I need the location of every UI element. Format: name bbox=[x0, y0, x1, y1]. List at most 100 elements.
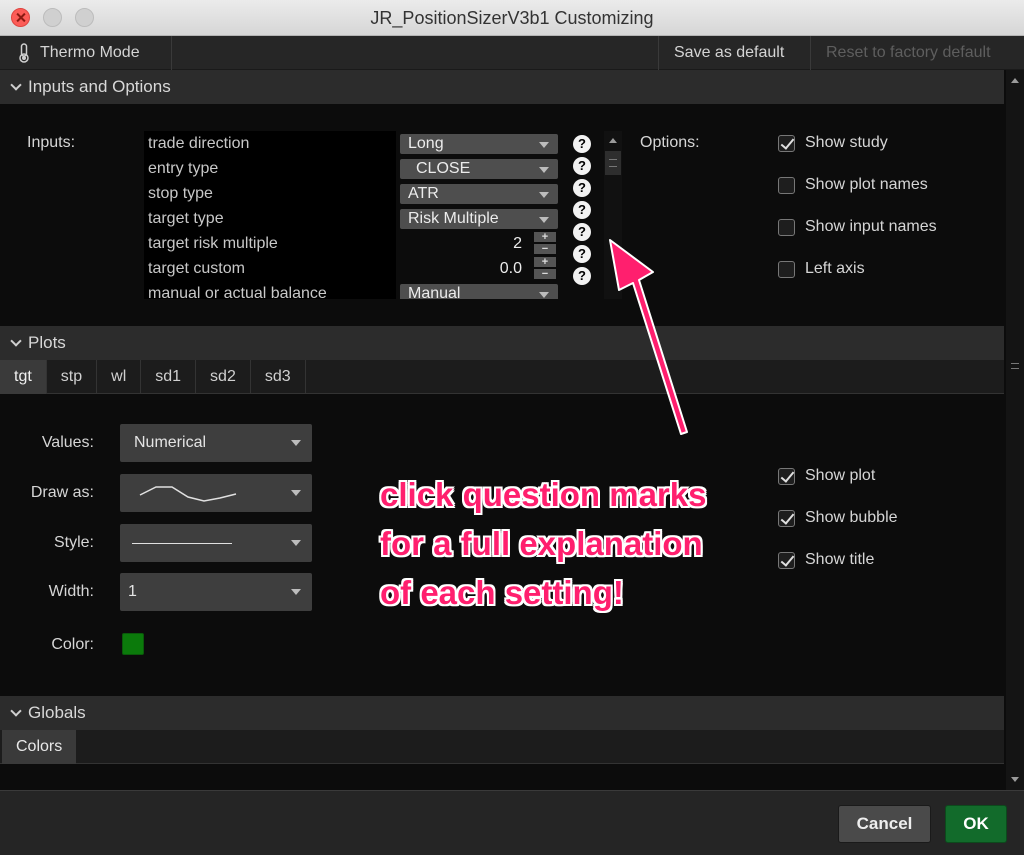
section-header-globals[interactable]: Globals bbox=[0, 696, 1004, 730]
scroll-up-icon[interactable] bbox=[609, 138, 617, 143]
values-select-value: Numerical bbox=[134, 434, 207, 451]
thermo-mode-button[interactable]: Thermo Mode bbox=[0, 36, 172, 70]
scroll-up-icon[interactable] bbox=[1011, 78, 1019, 83]
target-risk-multiple-stepper[interactable]: + − bbox=[534, 232, 556, 255]
annotation-line: for a full explanation bbox=[380, 525, 703, 562]
caret-down-icon bbox=[539, 217, 549, 223]
caret-down-icon bbox=[539, 167, 549, 173]
draw-as-label: Draw as: bbox=[30, 484, 94, 501]
checkbox-icon[interactable] bbox=[778, 176, 795, 194]
show-plot-names-checkbox[interactable]: Show plot names bbox=[778, 176, 928, 194]
show-study-checkbox[interactable]: Show study bbox=[778, 134, 888, 152]
question-mark-icon[interactable]: ? bbox=[573, 245, 591, 263]
chevron-down-icon bbox=[10, 335, 22, 347]
show-bubble-label: Show bubble bbox=[805, 509, 898, 526]
section-title-globals: Globals bbox=[28, 703, 86, 722]
input-controls: Long CLOSE ATR Risk Multiple 2 + − 0.0 +… bbox=[398, 131, 564, 299]
target-custom-stepper[interactable]: + − bbox=[534, 257, 556, 280]
tab-sd2[interactable]: sd2 bbox=[196, 360, 251, 394]
inputs-scrollbar[interactable] bbox=[604, 131, 622, 299]
plus-icon[interactable]: + bbox=[534, 232, 556, 243]
checkbox-checked-icon[interactable] bbox=[778, 134, 795, 152]
checkbox-icon[interactable] bbox=[778, 260, 795, 278]
section-header-plots[interactable]: Plots bbox=[0, 326, 1004, 360]
show-plot-label: Show plot bbox=[805, 467, 876, 484]
minus-icon[interactable]: − bbox=[534, 244, 556, 255]
caret-down-icon bbox=[291, 490, 301, 496]
style-label: Style: bbox=[53, 534, 94, 551]
options-label: Options: bbox=[640, 134, 700, 151]
scroll-grip[interactable] bbox=[1011, 363, 1019, 369]
input-name: target custom bbox=[148, 260, 245, 277]
input-name: target type bbox=[148, 210, 224, 227]
entry-type-select[interactable]: CLOSE bbox=[400, 159, 558, 179]
tab-wl[interactable]: wl bbox=[97, 360, 142, 394]
section-header-inputs[interactable]: Inputs and Options bbox=[0, 70, 1004, 104]
tab-sd1[interactable]: sd1 bbox=[141, 360, 197, 394]
caret-down-icon bbox=[539, 142, 549, 148]
ok-button[interactable]: OK bbox=[945, 805, 1007, 843]
draw-as-select[interactable] bbox=[120, 474, 312, 512]
cancel-button[interactable]: Cancel bbox=[838, 805, 931, 843]
title-bar: JR_PositionSizerV3b1 Customizing bbox=[0, 0, 1024, 36]
show-input-names-checkbox[interactable]: Show input names bbox=[778, 218, 937, 236]
question-mark-icon[interactable]: ? bbox=[573, 267, 591, 285]
minus-icon[interactable]: − bbox=[534, 269, 556, 280]
input-name: trade direction bbox=[148, 135, 250, 152]
show-plot-names-label: Show plot names bbox=[805, 176, 928, 193]
annotation-line: of each setting! bbox=[380, 574, 624, 611]
scroll-thumb[interactable] bbox=[605, 151, 621, 175]
show-title-label: Show title bbox=[805, 551, 875, 568]
input-name: stop type bbox=[148, 185, 213, 202]
values-select[interactable]: Numerical bbox=[120, 424, 312, 462]
style-select[interactable] bbox=[120, 524, 312, 562]
dialog-footer: Cancel OK bbox=[0, 790, 1024, 855]
width-select-value: 1 bbox=[128, 583, 137, 600]
tab-colors[interactable]: Colors bbox=[2, 730, 77, 764]
question-mark-icon[interactable]: ? bbox=[573, 223, 591, 241]
chevron-down-icon bbox=[10, 79, 22, 91]
help-icons-column: ? ? ? ? ? ? ? bbox=[572, 131, 596, 299]
main-scrollbar[interactable] bbox=[1006, 70, 1024, 790]
stop-type-select[interactable]: ATR bbox=[400, 184, 558, 204]
trade-direction-value: Long bbox=[408, 135, 444, 152]
tab-stp[interactable]: stp bbox=[47, 360, 98, 394]
caret-down-icon bbox=[291, 589, 301, 595]
trade-direction-select[interactable]: Long bbox=[400, 134, 558, 154]
target-type-select[interactable]: Risk Multiple bbox=[400, 209, 558, 229]
tab-sd3[interactable]: sd3 bbox=[251, 360, 306, 394]
scroll-down-icon[interactable] bbox=[1011, 777, 1019, 782]
left-axis-checkbox[interactable]: Left axis bbox=[778, 260, 865, 278]
target-custom-input[interactable]: 0.0 bbox=[500, 258, 522, 279]
reset-to-factory-default-button[interactable]: Reset to factory default bbox=[810, 36, 1006, 70]
values-label: Values: bbox=[41, 434, 94, 451]
balance-select[interactable]: Manual bbox=[400, 284, 558, 299]
target-risk-multiple-input[interactable]: 2 bbox=[513, 233, 522, 254]
checkbox-icon[interactable] bbox=[778, 218, 795, 236]
thermo-mode-label: Thermo Mode bbox=[40, 44, 140, 61]
width-select[interactable]: 1 bbox=[120, 573, 312, 611]
thermometer-icon bbox=[19, 43, 29, 63]
caret-down-icon bbox=[291, 440, 301, 446]
entry-type-value: CLOSE bbox=[416, 160, 471, 177]
plus-icon[interactable]: + bbox=[534, 257, 556, 268]
show-study-label: Show study bbox=[805, 134, 888, 151]
input-name: manual or actual balance bbox=[148, 285, 327, 299]
caret-down-icon bbox=[539, 292, 549, 298]
tab-tgt[interactable]: tgt bbox=[0, 360, 47, 394]
solid-line-icon bbox=[132, 543, 232, 544]
caret-down-icon bbox=[291, 540, 301, 546]
question-mark-icon[interactable]: ? bbox=[573, 201, 591, 219]
inputs-label: Inputs: bbox=[27, 134, 76, 151]
toolbar: Thermo Mode Save as default Reset to fac… bbox=[0, 36, 1024, 70]
annotation-text: click question marks for a full explanat… bbox=[380, 470, 800, 617]
color-label: Color: bbox=[51, 636, 94, 653]
section-title-plots: Plots bbox=[28, 333, 66, 352]
question-mark-icon[interactable]: ? bbox=[573, 157, 591, 175]
save-as-default-button[interactable]: Save as default bbox=[658, 36, 799, 70]
question-mark-icon[interactable]: ? bbox=[573, 179, 591, 197]
plot-tabs: tgt stp wl sd1 sd2 sd3 bbox=[0, 360, 1004, 394]
section-title-inputs: Inputs and Options bbox=[28, 77, 171, 96]
question-mark-icon[interactable]: ? bbox=[573, 135, 591, 153]
color-swatch[interactable] bbox=[122, 633, 144, 655]
